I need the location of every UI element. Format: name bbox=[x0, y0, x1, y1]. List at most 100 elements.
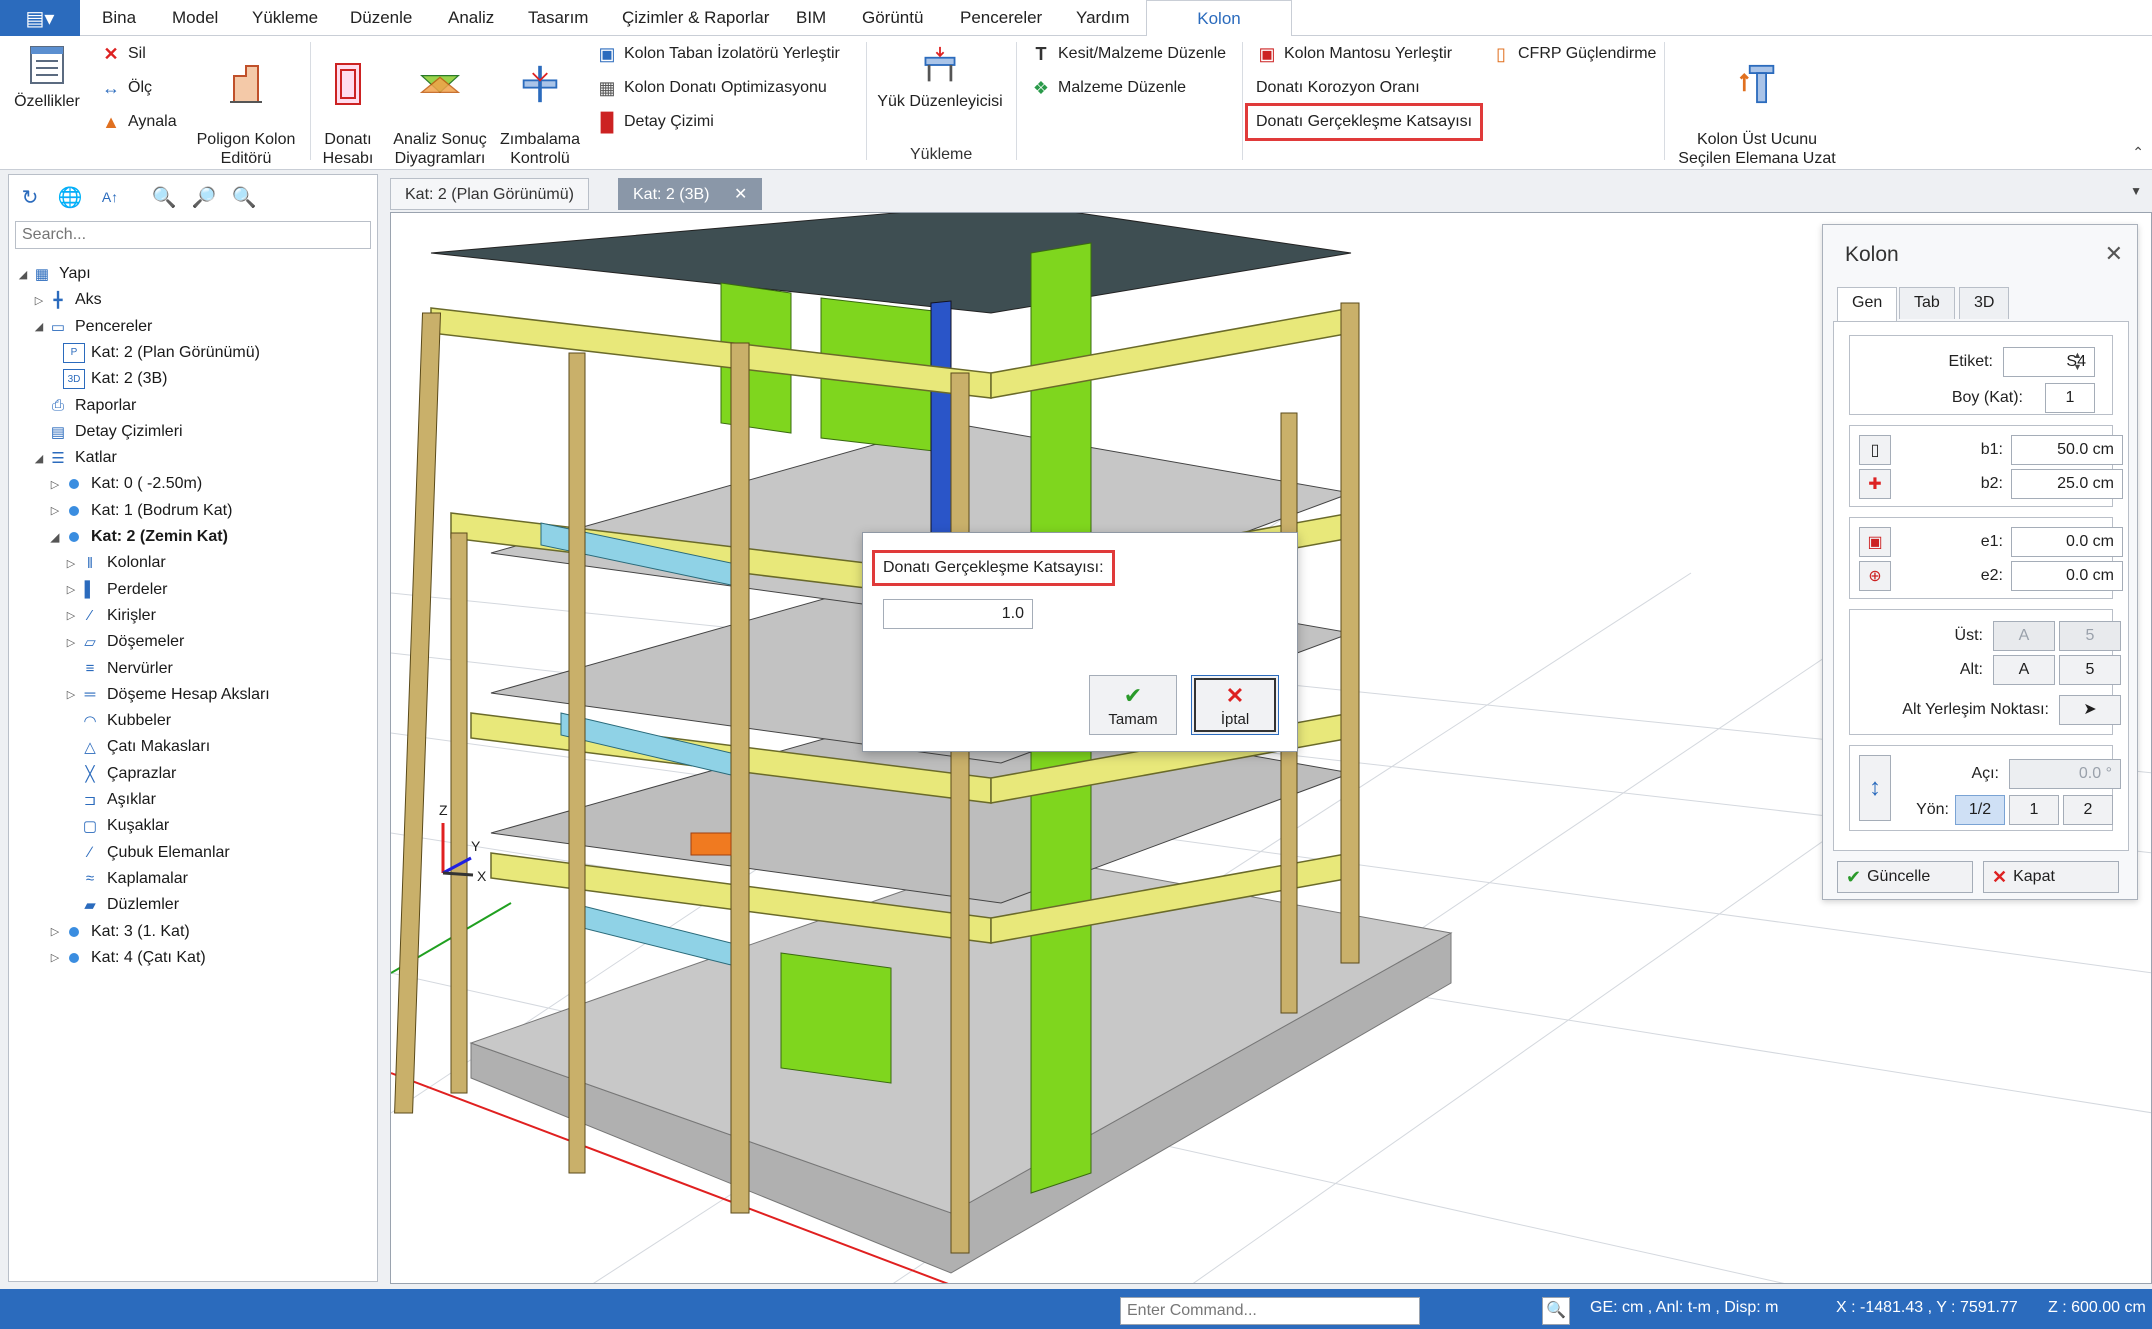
eccentricity-e1-icon[interactable]: ▣ bbox=[1859, 527, 1891, 557]
collapsed-arrow-icon[interactable]: ▷ bbox=[63, 636, 79, 649]
tab-kolon[interactable]: Kolon bbox=[1146, 0, 1292, 37]
tab-gen[interactable]: Gen bbox=[1837, 287, 1898, 321]
tab-bim[interactable]: BIM bbox=[794, 0, 828, 36]
alt-yerlesim-button[interactable]: ➤ bbox=[2059, 695, 2121, 725]
tab-bina[interactable]: Bina bbox=[100, 0, 138, 36]
rebar-realization-factor-button[interactable]: Donatı Gerçekleşme Katsayısı bbox=[1244, 103, 1484, 141]
tree-item[interactable]: 3D Kat: 2 (3B) bbox=[47, 366, 167, 392]
tree-item[interactable]: ≡ Nervürler bbox=[63, 656, 173, 682]
tab-duzenle[interactable]: Düzenle bbox=[348, 0, 414, 36]
tree-item[interactable]: ◢ ▭ Pencereler bbox=[31, 314, 153, 340]
collapsed-arrow-icon[interactable]: ▷ bbox=[63, 557, 79, 570]
extend-column-top-button[interactable]: Kolon Üst Ucunu Seçilen Elemana Uzat bbox=[1672, 42, 1842, 168]
ok-button[interactable]: ✔ Tamam bbox=[1089, 675, 1177, 735]
e2-input[interactable]: 0.0 cm bbox=[2011, 561, 2123, 591]
tree-item[interactable]: ◢ Kat: 2 (Zemin Kat) bbox=[47, 524, 228, 550]
tree-item[interactable]: △ Çatı Makasları bbox=[63, 734, 210, 760]
expanded-arrow-icon[interactable]: ◢ bbox=[15, 268, 31, 281]
tree-item[interactable]: ▷ ╋ Aks bbox=[31, 287, 102, 313]
tree-item[interactable]: ▷ ⁄ Kirişler bbox=[63, 603, 156, 629]
collapsed-arrow-icon[interactable]: ▷ bbox=[47, 478, 63, 491]
tab-yardim[interactable]: Yardım bbox=[1074, 0, 1132, 36]
material-edit-button[interactable]: ❖ Malzeme Düzenle bbox=[1030, 74, 1186, 102]
section-material-edit-button[interactable]: T Kesit/Malzeme Düzenle bbox=[1030, 40, 1227, 68]
ust-a-button[interactable]: A bbox=[1993, 621, 2055, 651]
refresh-icon[interactable]: ↻ bbox=[17, 184, 43, 210]
tree-item[interactable]: ▢ Kuşaklar bbox=[63, 813, 169, 839]
tab-tasarim[interactable]: Tasarım bbox=[526, 0, 590, 36]
collapsed-arrow-icon[interactable]: ▷ bbox=[47, 925, 63, 938]
tree-item[interactable]: ◢ ☰ Katlar bbox=[31, 445, 117, 471]
tab-goruntu[interactable]: Görüntü bbox=[860, 0, 925, 36]
yon-option-2[interactable]: 2 bbox=[2063, 795, 2113, 825]
close-panel-icon[interactable]: ✕ bbox=[2105, 241, 2123, 267]
tree-item[interactable]: ⎙ Raporlar bbox=[31, 393, 136, 419]
collapsed-arrow-icon[interactable]: ▷ bbox=[63, 688, 79, 701]
detail-drawing-button[interactable]: █ Detay Çizimi bbox=[596, 108, 714, 136]
tab-tab[interactable]: Tab bbox=[1899, 287, 1955, 319]
sort-icon[interactable]: A↑ bbox=[97, 184, 123, 210]
tree-item[interactable]: ≈ Kaplamalar bbox=[63, 866, 188, 892]
expanded-arrow-icon[interactable]: ◢ bbox=[31, 452, 47, 465]
polygon-column-editor-button[interactable]: Poligon Kolon Editörü bbox=[196, 42, 296, 168]
zoom-select-icon[interactable]: 🔍 bbox=[151, 184, 177, 210]
column-rebar-optimization-button[interactable]: ▦ Kolon Donatı Optimizasyonu bbox=[596, 74, 826, 102]
update-button[interactable]: ✔ Güncelle bbox=[1837, 861, 1973, 893]
tree-item[interactable]: ▷ Kat: 4 (Çatı Kat) bbox=[47, 945, 206, 971]
collapsed-arrow-icon[interactable]: ▷ bbox=[63, 609, 79, 622]
expanded-arrow-icon[interactable]: ◢ bbox=[31, 320, 47, 333]
collapsed-arrow-icon[interactable]: ▷ bbox=[47, 504, 63, 517]
tab-3d[interactable]: 3D bbox=[1959, 287, 2010, 319]
collapsed-arrow-icon[interactable]: ▷ bbox=[47, 951, 63, 964]
command-input[interactable]: Enter Command... bbox=[1120, 1297, 1420, 1325]
tree-item[interactable]: ▷ ═ Döşeme Hesap Aksları bbox=[63, 682, 270, 708]
tab-model[interactable]: Model bbox=[170, 0, 220, 36]
column-base-isolator-button[interactable]: ▣ Kolon Taban İzolatörü Yerleştir bbox=[596, 40, 839, 68]
tab-analiz[interactable]: Analiz bbox=[446, 0, 496, 36]
doc-tab-plan-view[interactable]: Kat: 2 (Plan Görünümü) bbox=[390, 178, 589, 210]
tree-search-input[interactable] bbox=[15, 221, 371, 249]
etiket-spinner-icon[interactable]: ▲ ▼ bbox=[2073, 349, 2082, 373]
collapsed-arrow-icon[interactable]: ▷ bbox=[31, 294, 47, 307]
tree-item[interactable]: ◢ ▦ Yapı bbox=[15, 261, 91, 287]
tree-item[interactable]: ▷ ▱ Döşemeler bbox=[63, 629, 185, 655]
swap-dimensions-icon[interactable]: ✚ bbox=[1859, 469, 1891, 499]
close-tab-icon[interactable]: ✕ bbox=[734, 186, 747, 203]
tree-item[interactable]: ▰ Düzlemler bbox=[63, 892, 179, 918]
tree-item[interactable]: ▷ Kat: 1 (Bodrum Kat) bbox=[47, 498, 233, 524]
zoom-add-icon[interactable]: 🔎 bbox=[191, 184, 217, 210]
collapse-ribbon-icon[interactable]: ⌃ bbox=[2132, 144, 2144, 161]
alt-a-button[interactable]: A bbox=[1993, 655, 2055, 685]
mirror-button[interactable]: ▲ Aynala bbox=[100, 108, 177, 136]
yon-option-half[interactable]: 1/2 bbox=[1955, 795, 2005, 825]
boy-kat-input[interactable]: 1 bbox=[2045, 383, 2095, 413]
aci-input[interactable]: 0.0 ° bbox=[2009, 759, 2121, 789]
globe-icon[interactable]: 🌐 bbox=[57, 184, 83, 210]
b2-input[interactable]: 25.0 cm bbox=[2011, 469, 2123, 499]
tree-item[interactable]: ▷ Kat: 3 (1. Kat) bbox=[47, 919, 190, 945]
cancel-button[interactable]: ✕ İptal bbox=[1191, 675, 1279, 735]
alt-5-button[interactable]: 5 bbox=[2059, 655, 2121, 685]
tree-item[interactable]: ⊐ Aşıklar bbox=[63, 787, 156, 813]
tree-item[interactable]: ╳ Çaprazlar bbox=[63, 761, 176, 787]
rebar-calc-button[interactable]: Donatı Hesabı bbox=[318, 42, 378, 168]
command-search-icon[interactable]: 🔍 bbox=[1542, 1297, 1570, 1325]
tab-pencereler[interactable]: Pencereler bbox=[958, 0, 1044, 36]
tree-item[interactable]: ◠ Kubbeler bbox=[63, 708, 171, 734]
doc-tab-3d-view[interactable]: Kat: 2 (3B) ✕ bbox=[618, 178, 763, 210]
analysis-diagrams-button[interactable]: Analiz Sonuç Diyagramları bbox=[388, 42, 492, 168]
tree-item[interactable]: ▷ Kat: 0 ( -2.50m) bbox=[47, 471, 202, 497]
column-jacket-button[interactable]: ▣ Kolon Mantosu Yerleştir bbox=[1256, 40, 1452, 68]
yon-option-1[interactable]: 1 bbox=[2009, 795, 2059, 825]
zoom-remove-icon[interactable]: 🔍 bbox=[231, 184, 257, 210]
tree-item[interactable]: ▷ ▌ Perdeler bbox=[63, 577, 168, 603]
punching-check-button[interactable]: Zımbalama Kontrolü bbox=[500, 42, 580, 168]
tree-item[interactable]: P Kat: 2 (Plan Görünümü) bbox=[47, 340, 260, 366]
tree-item[interactable]: ▤ Detay Çizimleri bbox=[31, 419, 183, 445]
cfrp-button[interactable]: ▯ CFRP Güçlendirme bbox=[1490, 40, 1656, 68]
load-editor-button[interactable]: Yük Düzenleyicisi bbox=[876, 42, 1004, 111]
e1-input[interactable]: 0.0 cm bbox=[2011, 527, 2123, 557]
close-button[interactable]: ✕ Kapat bbox=[1983, 861, 2119, 893]
tab-cizimler-raporlar[interactable]: Çizimler & Raporlar bbox=[620, 0, 771, 36]
eccentricity-e2-icon[interactable]: ⊕ bbox=[1859, 561, 1891, 591]
